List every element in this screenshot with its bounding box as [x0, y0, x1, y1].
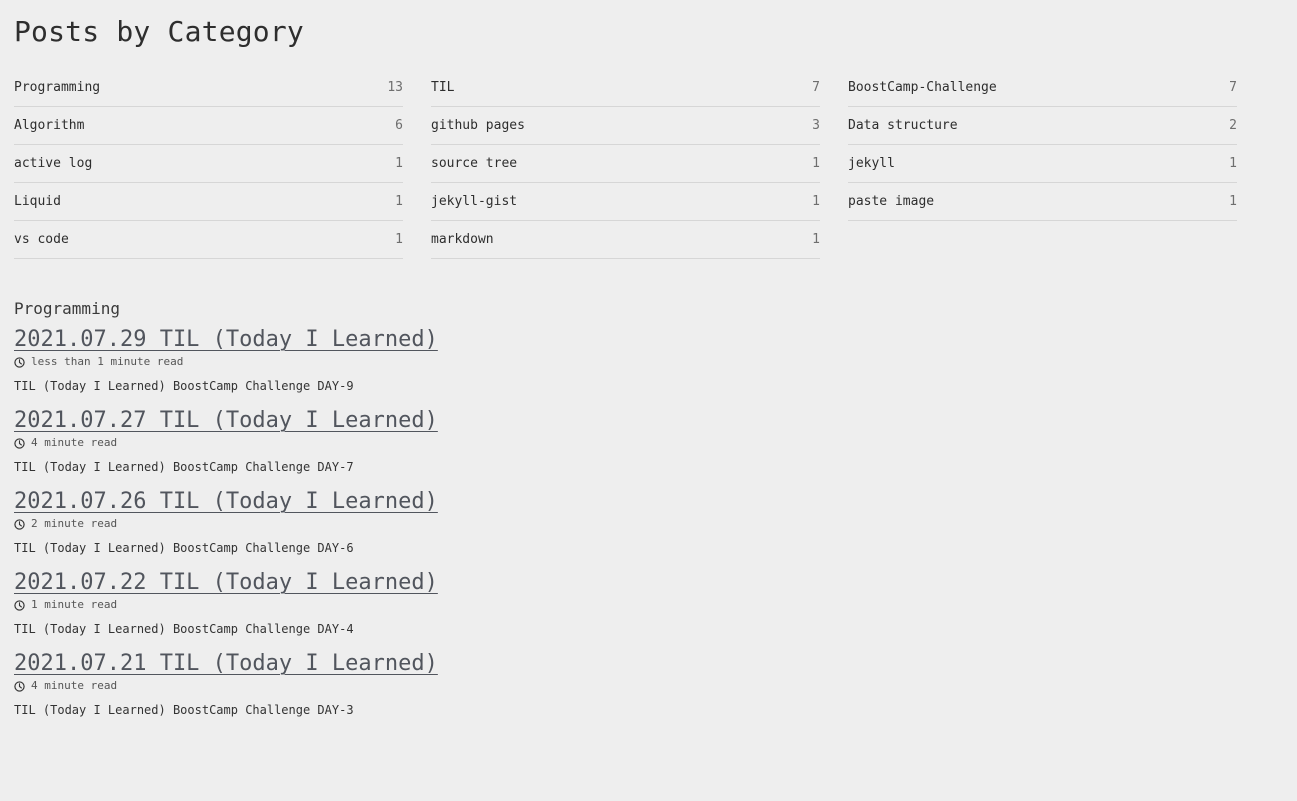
category-item-data-structure[interactable]: Data structure 2: [848, 108, 1237, 145]
category-count: 13: [387, 79, 403, 95]
post-meta: less than 1 minute read: [14, 355, 1283, 369]
category-name: paste image: [848, 193, 935, 209]
category-count: 1: [812, 231, 820, 247]
category-index: Programming 13 Algorithm 6 active log 1 …: [14, 70, 1237, 260]
post-item: 2021.07.26 TIL (Today I Learned) 2 minut…: [14, 489, 1283, 556]
category-count: 1: [1229, 155, 1237, 171]
post-excerpt: TIL (Today I Learned) BoostCamp Challeng…: [14, 379, 354, 393]
category-name: jekyll-gist: [431, 193, 518, 209]
category-count: 1: [395, 231, 403, 247]
post-title-link[interactable]: 2021.07.29 TIL (Today I Learned): [14, 327, 438, 353]
category-item-liquid[interactable]: Liquid 1: [14, 184, 403, 221]
clock-icon: [14, 599, 25, 611]
post-title-link[interactable]: 2021.07.27 TIL (Today I Learned): [14, 408, 438, 434]
category-count: 7: [1229, 79, 1237, 95]
clock-icon: [14, 356, 25, 368]
category-count: 6: [395, 117, 403, 133]
category-name: github pages: [431, 117, 525, 133]
post-meta: 2 minute read: [14, 517, 1283, 531]
page: Posts by Category Programming 13 Algorit…: [0, 0, 1297, 718]
post-item: 2021.07.21 TIL (Today I Learned) 4 minut…: [14, 651, 1283, 718]
category-name: Liquid: [14, 193, 61, 209]
post-excerpt: TIL (Today I Learned) BoostCamp Challeng…: [14, 460, 354, 474]
category-item-github-pages[interactable]: github pages 3: [431, 108, 820, 145]
post-meta: 4 minute read: [14, 436, 1283, 450]
category-column: TIL 7 github pages 3 source tree 1 jekyl…: [431, 70, 820, 260]
post-item: 2021.07.29 TIL (Today I Learned) less th…: [14, 327, 1283, 394]
clock-icon: [14, 518, 25, 530]
page-title: Posts by Category: [14, 15, 304, 48]
read-time: 1 minute read: [31, 598, 118, 611]
read-time: less than 1 minute read: [31, 355, 184, 368]
category-name: vs code: [14, 231, 69, 247]
post-meta: 1 minute read: [14, 598, 1283, 612]
category-item-programming[interactable]: Programming 13: [14, 70, 403, 107]
section-title: Programming: [14, 299, 120, 318]
category-count: 2: [1229, 117, 1237, 133]
category-item-algorithm[interactable]: Algorithm 6: [14, 108, 403, 145]
post-excerpt: TIL (Today I Learned) BoostCamp Challeng…: [14, 622, 354, 636]
post-meta: 4 minute read: [14, 679, 1283, 693]
category-count: 1: [812, 193, 820, 209]
read-time: 4 minute read: [31, 436, 118, 449]
read-time: 4 minute read: [31, 679, 118, 692]
category-name: Programming: [14, 79, 101, 95]
category-column: Programming 13 Algorithm 6 active log 1 …: [14, 70, 403, 260]
category-name: markdown: [431, 231, 494, 247]
category-item-markdown[interactable]: markdown 1: [431, 222, 820, 259]
category-name: source tree: [431, 155, 518, 171]
post-title-link[interactable]: 2021.07.21 TIL (Today I Learned): [14, 651, 438, 677]
category-count: 1: [812, 155, 820, 171]
category-item-vs-code[interactable]: vs code 1: [14, 222, 403, 259]
category-item-til[interactable]: TIL 7: [431, 70, 820, 107]
post-excerpt: TIL (Today I Learned) BoostCamp Challeng…: [14, 541, 354, 555]
read-time: 2 minute read: [31, 517, 118, 530]
post-title-link[interactable]: 2021.07.22 TIL (Today I Learned): [14, 570, 438, 596]
category-name: Algorithm: [14, 117, 85, 133]
category-name: BoostCamp-Challenge: [848, 79, 997, 95]
category-count: 1: [395, 193, 403, 209]
category-name: jekyll: [848, 155, 895, 171]
category-item-paste-image[interactable]: paste image 1: [848, 184, 1237, 221]
post-title-link[interactable]: 2021.07.26 TIL (Today I Learned): [14, 489, 438, 515]
post-item: 2021.07.27 TIL (Today I Learned) 4 minut…: [14, 408, 1283, 475]
category-name: Data structure: [848, 117, 958, 133]
category-count: 1: [395, 155, 403, 171]
clock-icon: [14, 437, 25, 449]
category-item-source-tree[interactable]: source tree 1: [431, 146, 820, 183]
post-excerpt: TIL (Today I Learned) BoostCamp Challeng…: [14, 703, 354, 717]
post-item: 2021.07.22 TIL (Today I Learned) 1 minut…: [14, 570, 1283, 637]
post-list: 2021.07.29 TIL (Today I Learned) less th…: [14, 327, 1283, 718]
clock-icon: [14, 680, 25, 692]
category-item-jekyll[interactable]: jekyll 1: [848, 146, 1237, 183]
category-count: 3: [812, 117, 820, 133]
category-column: BoostCamp-Challenge 7 Data structure 2 j…: [848, 70, 1237, 260]
category-count: 7: [812, 79, 820, 95]
category-item-active-log[interactable]: active log 1: [14, 146, 403, 183]
category-name: active log: [14, 155, 93, 171]
category-name: TIL: [431, 79, 455, 95]
category-item-boostcamp-challenge[interactable]: BoostCamp-Challenge 7: [848, 70, 1237, 107]
category-item-jekyll-gist[interactable]: jekyll-gist 1: [431, 184, 820, 221]
category-count: 1: [1229, 193, 1237, 209]
